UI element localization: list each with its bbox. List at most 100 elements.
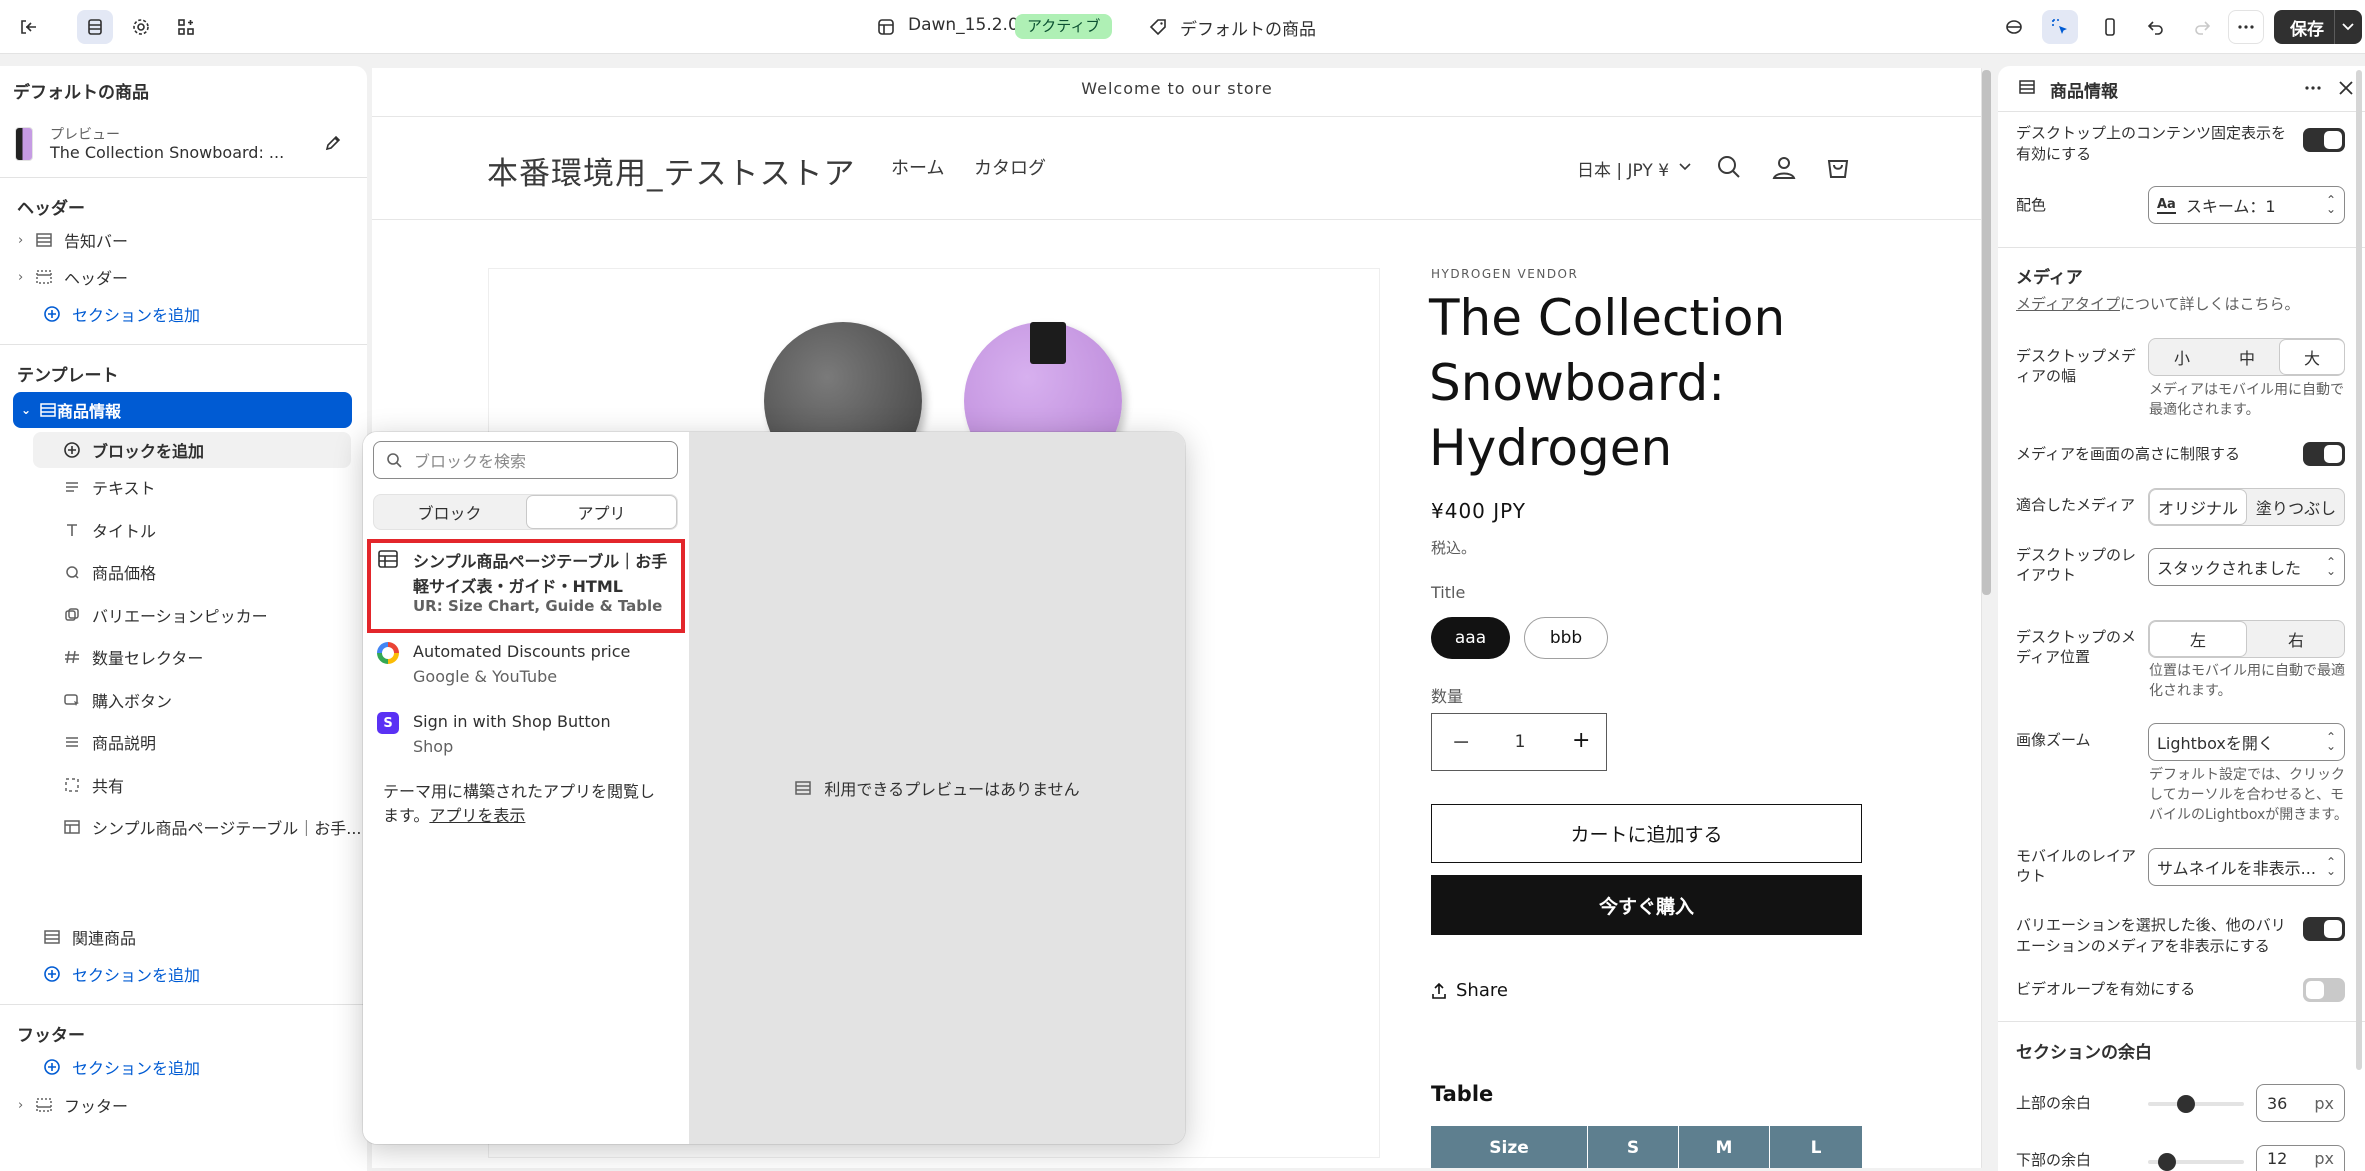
nav-home[interactable]: ホーム: [891, 154, 944, 180]
media-type-help-rest: について詳しくはこちら。: [2119, 295, 2300, 313]
product-thumbnail: [15, 127, 33, 161]
top-padding-slider[interactable]: [2148, 1102, 2244, 1106]
share-label[interactable]: Share: [1456, 980, 1508, 1001]
variant-option-bbb[interactable]: bbb: [1524, 617, 1608, 659]
block-item[interactable]: 商品価格: [0, 554, 367, 590]
media-position-right[interactable]: 右: [2247, 621, 2345, 657]
fit-fill[interactable]: 塗りつぶし: [2247, 489, 2345, 525]
top-padding-slider-handle[interactable]: [2177, 1095, 2195, 1113]
product-title-line-1[interactable]: The Collection: [1429, 286, 1785, 351]
inspector-toggle-icon[interactable]: [1996, 10, 2032, 44]
block-item[interactable]: タイトル: [0, 512, 367, 548]
edit-pencil-icon[interactable]: [323, 133, 343, 153]
chevron-right-icon[interactable]: ›: [18, 1098, 34, 1113]
block-item[interactable]: テキスト: [0, 469, 367, 505]
save-options-chevron-icon[interactable]: [2342, 22, 2354, 32]
hide-variants-toggle[interactable]: [2303, 917, 2345, 941]
chevron-down-icon[interactable]: [1679, 162, 1691, 172]
media-position-left[interactable]: 左: [2149, 621, 2247, 657]
quantity-stepper[interactable]: − 1 +: [1431, 713, 1607, 771]
more-options-icon[interactable]: [2303, 78, 2323, 98]
theme-status-badge: アクティブ: [1015, 14, 1113, 39]
settings-gear-icon[interactable]: [123, 10, 159, 44]
app-subtitle: UR: Size Chart, Guide & Table: [413, 597, 663, 615]
apps-icon[interactable]: [168, 10, 204, 44]
preview-selector[interactable]: プレビュー The Collection Snowboard: ...: [13, 121, 352, 171]
fit-original[interactable]: オリジナル: [2149, 489, 2247, 525]
sidebar-item-footer[interactable]: › フッター: [0, 1087, 367, 1123]
media-width-small[interactable]: 小: [2149, 339, 2215, 375]
exit-icon[interactable]: [10, 10, 46, 44]
nav-catalog[interactable]: カタログ: [974, 154, 1046, 180]
close-icon[interactable]: [2336, 78, 2356, 98]
product-title-line-3[interactable]: Hydrogen: [1429, 416, 1672, 481]
constrain-media-toggle[interactable]: [2303, 442, 2345, 466]
locale-selector[interactable]: 日本 | JPY ¥: [1577, 156, 1669, 181]
media-width-medium[interactable]: 中: [2214, 339, 2280, 375]
add-to-cart-button[interactable]: カートに追加する: [1431, 804, 1862, 863]
tab-blocks[interactable]: ブロック: [374, 495, 525, 529]
redo-icon[interactable]: [2184, 10, 2220, 44]
plus-icon[interactable]: +: [1572, 728, 1590, 753]
browse-apps-link[interactable]: アプリを表示: [429, 806, 525, 825]
block-item[interactable]: 購入ボタン: [0, 682, 367, 718]
block-item[interactable]: 数量セレクター: [0, 639, 367, 675]
search-icon[interactable]: [1716, 154, 1742, 180]
mobile-view-icon[interactable]: [2092, 10, 2128, 44]
sidebar-item-announcement-bar[interactable]: › 告知バー: [0, 222, 367, 258]
template-selector[interactable]: デフォルトの商品: [1180, 15, 1316, 40]
buy-now-button[interactable]: 今すぐ購入: [1431, 875, 1862, 935]
browse-apps-text-2: ます。アプリを表示: [383, 802, 525, 826]
sticky-content-toggle[interactable]: [2303, 128, 2345, 152]
add-block-button[interactable]: ブロックを追加: [0, 432, 367, 468]
search-placeholder: ブロックを検索: [414, 452, 527, 471]
add-section-template-button[interactable]: セクションを追加: [0, 956, 367, 992]
product-price[interactable]: ¥400 JPY: [1431, 499, 1526, 523]
block-item[interactable]: バリエーションピッカー: [0, 597, 367, 633]
inspector-scrollbar[interactable]: [2356, 70, 2362, 1070]
section-icon: [42, 928, 62, 946]
tab-apps[interactable]: アプリ: [526, 495, 677, 529]
constrain-media-label: メディアを画面の高さに制限する: [2016, 445, 2240, 463]
more-actions-icon[interactable]: [2228, 10, 2264, 44]
account-icon[interactable]: [1771, 154, 1797, 180]
save-button[interactable]: 保存: [2274, 10, 2362, 44]
theme-name[interactable]: Dawn_15.2.0: [908, 15, 1019, 35]
add-section-header-button[interactable]: セクションを追加: [0, 296, 367, 332]
product-vendor[interactable]: HYDROGEN VENDOR: [1431, 267, 1578, 281]
bottom-padding-input[interactable]: 12 px: [2256, 1145, 2345, 1171]
block-item[interactable]: 商品説明: [0, 724, 367, 760]
block-item[interactable]: 共有: [0, 767, 367, 803]
block-item[interactable]: シンプル商品ページテーブル｜お手...: [0, 809, 367, 845]
sidebar-item-header[interactable]: › ヘッダー: [0, 259, 367, 295]
undo-icon[interactable]: [2138, 10, 2174, 44]
block-search-input[interactable]: ブロックを検索: [373, 441, 678, 479]
variant-option-aaa[interactable]: aaa: [1431, 617, 1510, 659]
chevron-right-icon[interactable]: ›: [18, 233, 34, 248]
preview-scrollbar[interactable]: [1982, 70, 1991, 595]
color-scheme-select[interactable]: Aa スキーム：1 ⌃ ⌄: [2148, 186, 2345, 224]
chevron-down-icon[interactable]: ⌄: [21, 403, 37, 417]
mobile-layout-select[interactable]: サムネイルを非表示... ⌃ ⌄: [2148, 848, 2345, 886]
sections-icon[interactable]: [77, 10, 113, 44]
share-icon[interactable]: [1430, 982, 1448, 1000]
image-zoom-select[interactable]: Lightboxを開く ⌃ ⌄: [2148, 723, 2345, 761]
media-type-link[interactable]: メディアタイプ: [2016, 295, 2120, 313]
video-loop-toggle[interactable]: [2303, 978, 2345, 1002]
cart-icon[interactable]: [1825, 154, 1851, 180]
product-title-line-2[interactable]: Snowboard:: [1429, 351, 1725, 416]
select-cursor-icon[interactable]: [2042, 10, 2078, 44]
color-scheme-label: 配色: [2016, 196, 2047, 214]
add-section-footer-button[interactable]: セクションを追加: [0, 1049, 367, 1085]
store-name[interactable]: 本番環境用_テストストア: [487, 148, 856, 193]
theme-icon: [876, 17, 896, 37]
media-width-large[interactable]: 大: [2279, 339, 2345, 375]
sidebar-item-product-info[interactable]: ⌄ 商品情報: [13, 392, 352, 428]
sidebar-item-related-products[interactable]: 関連商品: [0, 919, 367, 955]
announcement-bar[interactable]: Welcome to our store: [372, 79, 1982, 98]
top-padding-input[interactable]: 36 px: [2256, 1084, 2345, 1122]
bottom-padding-slider-handle[interactable]: [2158, 1153, 2176, 1171]
chevron-right-icon[interactable]: ›: [18, 270, 34, 285]
desktop-layout-select[interactable]: スタックされました ⌃ ⌄: [2148, 548, 2345, 586]
add-section-label: セクションを追加: [72, 306, 201, 325]
